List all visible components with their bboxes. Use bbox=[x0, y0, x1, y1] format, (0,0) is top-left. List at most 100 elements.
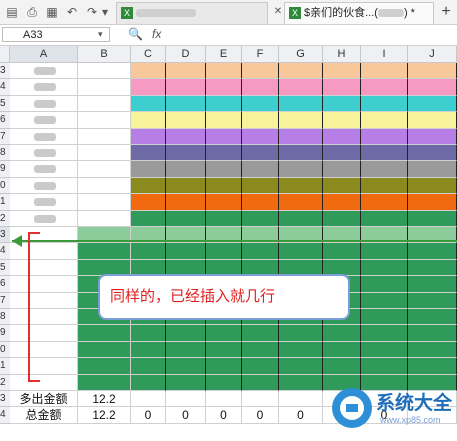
grid-cell[interactable] bbox=[166, 391, 206, 408]
grid-cell[interactable] bbox=[242, 112, 279, 129]
grid-cell[interactable] bbox=[131, 374, 166, 391]
row-header[interactable]: 7 bbox=[0, 128, 10, 145]
grid-cell[interactable] bbox=[323, 177, 361, 195]
grid-cell[interactable] bbox=[78, 358, 131, 375]
grid-cell[interactable] bbox=[408, 259, 457, 277]
grid-cell[interactable] bbox=[166, 358, 206, 375]
tab-document-1[interactable]: X bbox=[116, 2, 268, 24]
grid-cell[interactable] bbox=[10, 276, 78, 293]
column-header-f[interactable]: F bbox=[242, 46, 279, 63]
grid-cell[interactable] bbox=[166, 210, 206, 227]
redo-icon[interactable]: ↷ bbox=[84, 4, 100, 20]
grid-cell[interactable] bbox=[408, 63, 457, 80]
grid-cell[interactable]: 0 bbox=[166, 407, 206, 424]
grid-cell[interactable] bbox=[323, 341, 361, 359]
grid-cell[interactable] bbox=[361, 243, 408, 260]
grid-cell[interactable] bbox=[408, 177, 457, 195]
grid-cell[interactable] bbox=[323, 63, 361, 80]
grid-cell[interactable] bbox=[206, 243, 242, 260]
grid-cell[interactable] bbox=[242, 210, 279, 227]
add-tab-button[interactable]: + bbox=[438, 4, 454, 20]
grid-cell[interactable] bbox=[78, 112, 131, 129]
row-header[interactable]: 2 bbox=[0, 374, 10, 391]
grid-cell[interactable] bbox=[242, 374, 279, 391]
grid-cell[interactable]: 总金额 bbox=[10, 407, 78, 424]
grid-cell[interactable] bbox=[279, 325, 323, 342]
grid-cell[interactable] bbox=[242, 391, 279, 408]
grid-cell[interactable] bbox=[131, 79, 166, 96]
grid-cell[interactable] bbox=[408, 112, 457, 129]
grid-cell[interactable] bbox=[361, 292, 408, 309]
grid-cell[interactable] bbox=[361, 79, 408, 96]
grid-cell[interactable] bbox=[242, 161, 279, 178]
grid-cell[interactable] bbox=[131, 243, 166, 260]
row-header[interactable]: 2 bbox=[0, 210, 10, 227]
grid-cell[interactable] bbox=[206, 391, 242, 408]
grid-cell[interactable] bbox=[78, 145, 131, 162]
grid-cell[interactable] bbox=[279, 63, 323, 80]
grid-cell[interactable] bbox=[78, 341, 131, 359]
grid-cell[interactable] bbox=[361, 341, 408, 359]
grid-cell[interactable] bbox=[206, 325, 242, 342]
grid-cell[interactable] bbox=[206, 161, 242, 178]
grid-cell[interactable] bbox=[166, 341, 206, 359]
grid-cell[interactable] bbox=[131, 358, 166, 375]
grid-cell[interactable] bbox=[78, 325, 131, 342]
row-header[interactable]: 6 bbox=[0, 112, 10, 129]
grid-cell[interactable] bbox=[166, 95, 206, 113]
grid-cell[interactable] bbox=[78, 210, 131, 227]
grid-cell[interactable]: 0 bbox=[131, 407, 166, 424]
row-header[interactable]: 8 bbox=[0, 309, 10, 326]
grid-cell[interactable] bbox=[206, 177, 242, 195]
grid-cell[interactable] bbox=[279, 95, 323, 113]
grid-cell[interactable] bbox=[206, 128, 242, 145]
grid-cell[interactable]: 0 bbox=[206, 407, 242, 424]
grid-cell[interactable] bbox=[166, 145, 206, 162]
grid-cell[interactable] bbox=[242, 325, 279, 342]
grid-cell[interactable] bbox=[361, 276, 408, 293]
print-icon[interactable]: ⎙ bbox=[24, 4, 40, 20]
grid-cell[interactable]: 0 bbox=[242, 407, 279, 424]
grid-cell[interactable] bbox=[408, 79, 457, 96]
grid-cell[interactable] bbox=[408, 128, 457, 145]
grid-cell[interactable] bbox=[131, 210, 166, 227]
column-header-h[interactable]: H bbox=[323, 46, 361, 63]
grid-cell[interactable] bbox=[361, 194, 408, 211]
grid-cell[interactable] bbox=[10, 358, 78, 375]
row-header[interactable]: 1 bbox=[0, 358, 10, 375]
grid-cell[interactable] bbox=[361, 63, 408, 80]
column-header-e[interactable]: E bbox=[206, 46, 242, 63]
grid-cell[interactable] bbox=[242, 341, 279, 359]
grid-cell[interactable] bbox=[323, 325, 361, 342]
grid-cell[interactable] bbox=[279, 79, 323, 96]
grid-cell[interactable] bbox=[408, 292, 457, 309]
column-header-g[interactable]: G bbox=[279, 46, 323, 63]
grid-cell[interactable] bbox=[131, 325, 166, 342]
grid-cell[interactable] bbox=[279, 243, 323, 260]
grid-cell[interactable] bbox=[279, 128, 323, 145]
grid-cell[interactable] bbox=[323, 79, 361, 96]
row-header[interactable]: 5 bbox=[0, 259, 10, 277]
grid-cell[interactable] bbox=[279, 391, 323, 408]
row-header[interactable]: 4 bbox=[0, 243, 10, 260]
grid-cell[interactable] bbox=[10, 309, 78, 326]
grid-cell[interactable] bbox=[131, 145, 166, 162]
grid-cell[interactable] bbox=[408, 145, 457, 162]
grid-cell[interactable] bbox=[206, 210, 242, 227]
row-header[interactable]: 5 bbox=[0, 95, 10, 113]
zoom-icon[interactable]: 🔍 bbox=[128, 27, 143, 41]
grid-cell[interactable] bbox=[242, 95, 279, 113]
grid-cell[interactable] bbox=[206, 95, 242, 113]
grid-cell[interactable] bbox=[166, 128, 206, 145]
grid-cell[interactable] bbox=[10, 341, 78, 359]
grid-cell[interactable] bbox=[131, 177, 166, 195]
tab-document-2[interactable]: X $亲们的伙食...() * bbox=[284, 2, 434, 24]
column-header-j[interactable]: J bbox=[408, 46, 457, 63]
grid-cell[interactable] bbox=[408, 243, 457, 260]
grid-cell[interactable] bbox=[166, 194, 206, 211]
grid-cell[interactable] bbox=[206, 145, 242, 162]
grid-cell[interactable] bbox=[131, 63, 166, 80]
grid-cell[interactable] bbox=[408, 95, 457, 113]
grid-cell[interactable] bbox=[408, 309, 457, 326]
grid-cell[interactable] bbox=[131, 391, 166, 408]
